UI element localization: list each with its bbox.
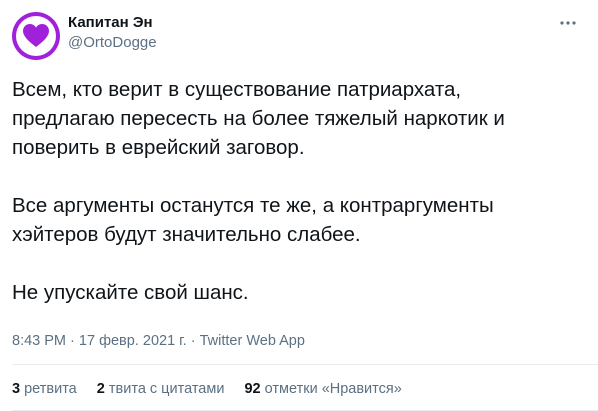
tweet-meta: 8:43 PM · 17 февр. 2021 г. · Twitter Web… bbox=[12, 331, 305, 351]
source-app-link[interactable]: Twitter Web App bbox=[200, 333, 305, 349]
tweet-time[interactable]: 8:43 PM bbox=[12, 333, 66, 349]
more-dots-icon bbox=[560, 21, 576, 25]
meta-separator: · bbox=[70, 333, 75, 349]
quote-tweets-stat[interactable]: 2 твита с цитатами bbox=[97, 379, 225, 399]
avatar-inner bbox=[16, 16, 56, 56]
likes-stat[interactable]: 92 отметки «Нравится» bbox=[244, 379, 401, 399]
likes-label: отметки «Нравится» bbox=[264, 381, 402, 397]
tweet-text: Всем, кто верит в существование патриарх… bbox=[12, 75, 586, 307]
author-handle[interactable]: @OrtoDogge bbox=[68, 33, 157, 53]
likes-count: 92 bbox=[244, 381, 261, 397]
tweet-paragraph: Всем, кто верит в существование патриарх… bbox=[12, 78, 505, 159]
retweets-count: 3 bbox=[12, 381, 21, 397]
tweet-card: Капитан Эн @OrtoDogge Всем, кто верит в … bbox=[0, 0, 598, 411]
quote-tweets-label: твита с цитатами bbox=[108, 381, 225, 397]
retweets-stat[interactable]: 3 ретвита bbox=[12, 379, 77, 399]
author-display-name[interactable]: Капитан Эн bbox=[68, 13, 157, 33]
retweets-label: ретвита bbox=[24, 381, 77, 397]
more-options-button[interactable] bbox=[556, 11, 580, 35]
divider bbox=[12, 364, 598, 365]
heart-icon bbox=[23, 24, 49, 47]
tweet-paragraph: Не упускайте свой шанс. bbox=[12, 281, 249, 304]
tweet-date[interactable]: 17 февр. 2021 г. bbox=[79, 333, 187, 349]
quote-tweets-count: 2 bbox=[96, 381, 105, 397]
tweet-stats: 3 ретвита 2 твита с цитатами 92 отметки … bbox=[12, 379, 418, 399]
author-names: Капитан Эн @OrtoDogge bbox=[68, 13, 157, 53]
avatar[interactable] bbox=[12, 12, 60, 60]
meta-separator: · bbox=[190, 333, 196, 349]
tweet-header: Капитан Эн @OrtoDogge bbox=[0, 0, 598, 70]
tweet-paragraph: Все аргументы останутся те же, а контрар… bbox=[12, 194, 494, 246]
